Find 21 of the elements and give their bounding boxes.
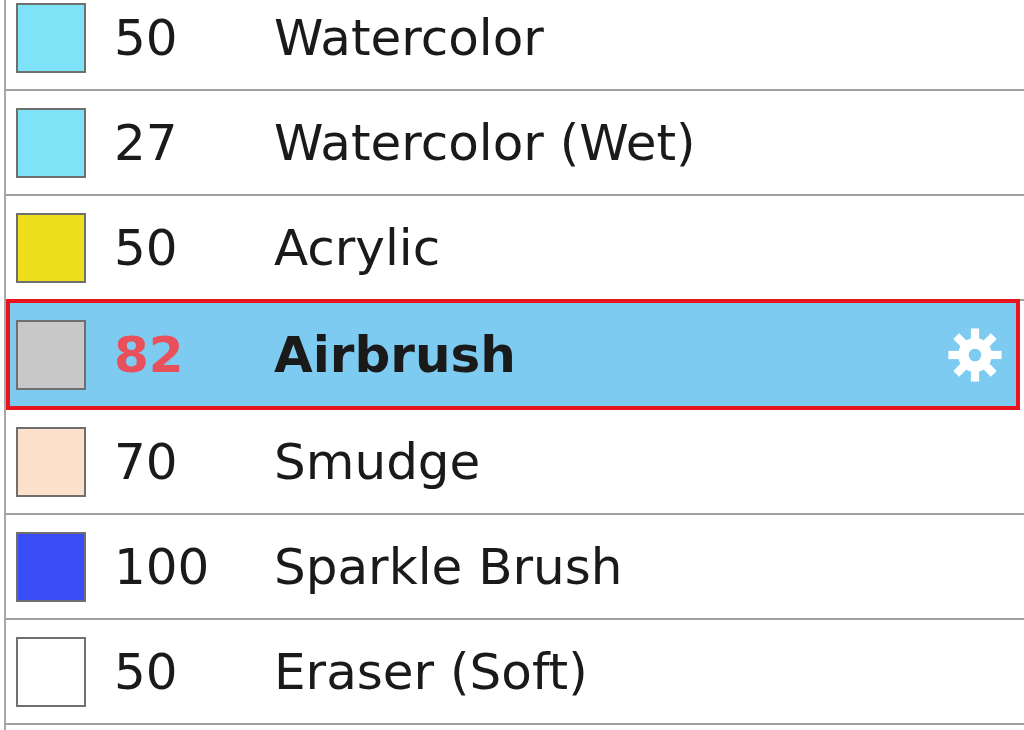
brush-row[interactable]: 70 Smudge <box>6 410 1024 515</box>
brush-size: 50 <box>114 218 179 277</box>
brush-row[interactable]: 27 Watercolor (Wet) <box>6 91 1024 196</box>
brush-size: 50 <box>114 8 179 67</box>
brush-name: Smudge <box>274 432 481 491</box>
brush-row[interactable]: 100 Sparkle Brush <box>6 515 1024 620</box>
settings-icon[interactable] <box>946 325 1004 384</box>
brush-name: Sparkle Brush <box>274 537 623 596</box>
brush-row[interactable]: 82 Airbrush <box>6 299 1020 410</box>
brush-name: Watercolor <box>274 8 544 67</box>
brush-size: 70 <box>114 432 179 491</box>
brush-size: 82 <box>114 325 185 384</box>
brush-name: Eraser (Soft) <box>274 642 588 701</box>
brush-name: Acrylic <box>274 218 441 277</box>
brush-size: 50 <box>114 642 179 701</box>
brush-row[interactable]: 50 Eraser (Soft) <box>6 620 1024 725</box>
brush-name: Watercolor (Wet) <box>274 113 696 172</box>
brush-size: 27 <box>114 113 179 172</box>
brush-row[interactable]: 50 Watercolor <box>6 0 1024 91</box>
brush-name: Airbrush <box>274 325 516 384</box>
brush-size: 100 <box>114 537 211 596</box>
